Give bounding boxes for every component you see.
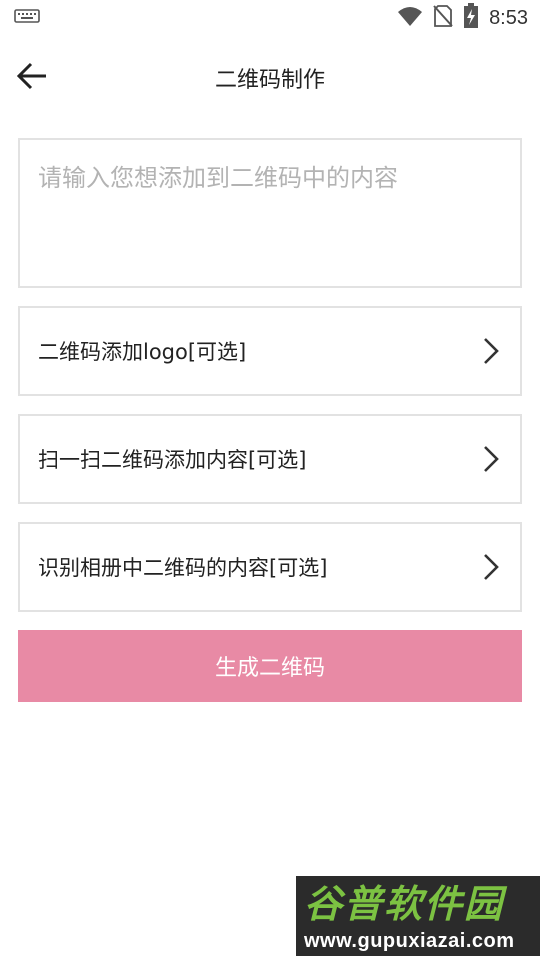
watermark: 谷普软件园 www.gupuxiazai.com xyxy=(296,876,540,956)
status-bar: 8:53 xyxy=(0,0,540,36)
wifi-icon xyxy=(397,5,423,31)
keyboard-icon xyxy=(14,7,40,29)
watermark-title: 谷普软件园 xyxy=(304,882,505,926)
generate-qrcode-button[interactable]: 生成二维码 xyxy=(18,630,522,702)
watermark-url: www.gupuxiazai.com xyxy=(304,930,515,952)
option-label: 扫一扫二维码添加内容[可选] xyxy=(38,448,307,472)
status-right: 8:53 xyxy=(397,3,528,33)
status-time: 8:53 xyxy=(489,6,528,29)
status-left xyxy=(14,7,40,29)
option-label: 二维码添加logo[可选] xyxy=(38,340,247,364)
option-recognize-album[interactable]: 识别相册中二维码的内容[可选] xyxy=(18,522,522,612)
page-title: 二维码制作 xyxy=(214,68,325,93)
option-scan-add-content[interactable]: 扫一扫二维码添加内容[可选] xyxy=(18,414,522,504)
content-input[interactable] xyxy=(20,140,520,286)
battery-charging-icon xyxy=(463,3,479,33)
content-input-box xyxy=(18,138,522,288)
chevron-right-icon xyxy=(482,336,500,366)
back-button[interactable] xyxy=(10,56,54,100)
chevron-right-icon xyxy=(482,552,500,582)
option-add-logo[interactable]: 二维码添加logo[可选] xyxy=(18,306,522,396)
no-sim-icon xyxy=(433,4,453,32)
chevron-right-icon xyxy=(482,444,500,474)
option-label: 识别相册中二维码的内容[可选] xyxy=(38,556,328,580)
arrow-left-icon xyxy=(16,62,48,94)
header: 二维码制作 xyxy=(0,40,540,116)
